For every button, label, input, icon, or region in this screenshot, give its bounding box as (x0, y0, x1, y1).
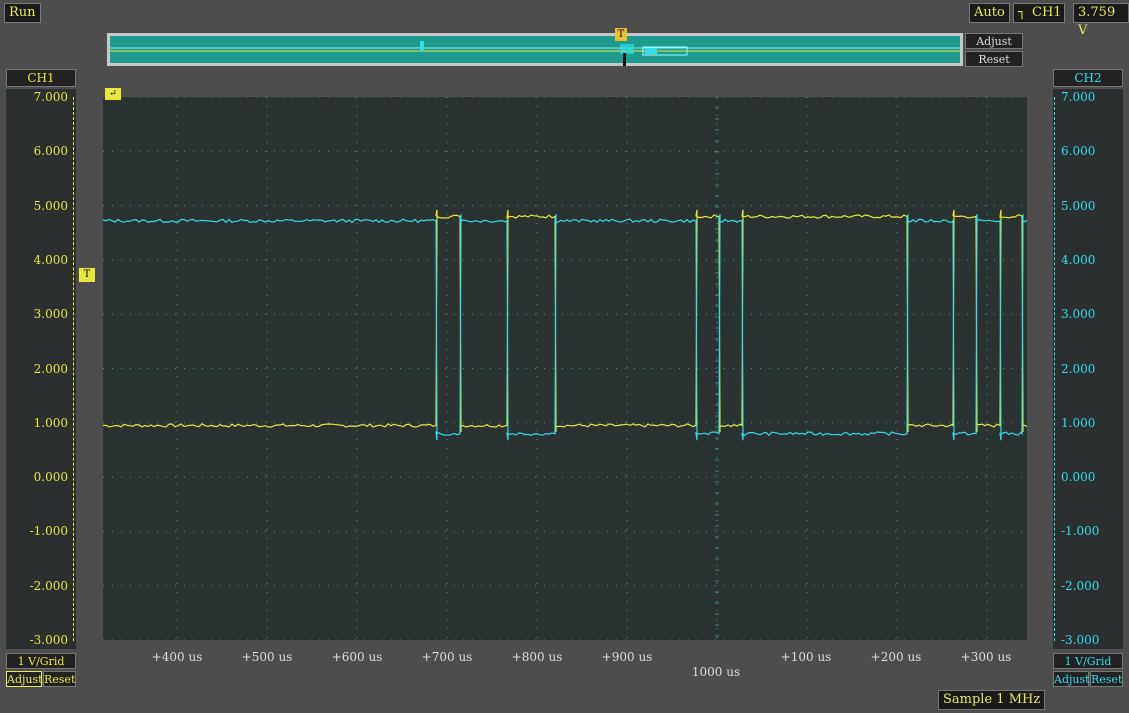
ch2-scale-label[interactable]: 1 V/Grid (1053, 653, 1123, 669)
ch2-axis-line (1054, 97, 1056, 641)
ch1-tick-label: 3.000 (33, 307, 68, 322)
ch2-tick-label: 3.000 (1061, 307, 1096, 322)
ch1-reset-button[interactable]: Reset (43, 671, 76, 687)
ch2-tick-label: 1.000 (1061, 415, 1096, 430)
ch1-tick-label: 4.000 (33, 252, 68, 267)
time-tick-label: +300 us (960, 650, 1012, 664)
ch1-tick-label: -1.000 (29, 524, 68, 539)
ch1-tick-label: 1.000 (33, 415, 68, 430)
rising-edge-icon: ┐ (1018, 5, 1026, 20)
scope-display[interactable] (102, 96, 1121, 641)
trigger-source-label: CH1 (1032, 5, 1062, 20)
ch2-tick-label: 4.000 (1061, 252, 1096, 267)
overview-center-line (623, 53, 626, 66)
ch1-scale-label[interactable]: 1 V/Grid (6, 653, 76, 669)
ch2-tick-label: 7.000 (1061, 90, 1096, 104)
ch2-tick-label: 2.000 (1061, 361, 1096, 376)
ch1-trigger-marker[interactable]: T (79, 268, 95, 282)
ch1-tick-label: 6.000 (33, 144, 68, 159)
ch1-tick-label: -2.000 (29, 578, 68, 593)
trigger-mode-button[interactable]: Auto (969, 3, 1010, 23)
trigger-level-readout[interactable]: 3.759 V (1073, 3, 1129, 38)
time-tick-label: +700 us (421, 650, 473, 664)
time-tick-label: +200 us (870, 650, 922, 664)
ch1-tick-label: 7.000 (33, 90, 68, 104)
overview-window[interactable] (110, 36, 960, 63)
ch1-tick-label: 2.000 (33, 361, 68, 376)
ch2-tick-label: 0.000 (1061, 470, 1096, 485)
time-tick-label: +100 us (780, 650, 832, 664)
ch2-adjust-button[interactable]: Adjust (1053, 671, 1090, 687)
overview-reset-button[interactable]: Reset (965, 51, 1023, 67)
ch2-tick-label: 5.000 (1061, 198, 1096, 213)
ch1-adjust-button[interactable]: Adjust (6, 671, 43, 687)
waveform-plot (102, 96, 1121, 641)
waveform-overview[interactable]: T (107, 28, 963, 66)
ch2-reset-button[interactable]: Reset (1090, 671, 1123, 687)
time-tick-label: +900 us (601, 650, 653, 664)
run-button[interactable]: Run (4, 3, 41, 23)
ch1-tick-label: 5.000 (33, 198, 68, 213)
overview-trace (110, 41, 960, 56)
time-center-label: 1000 us (691, 665, 741, 679)
time-tick-label: +600 us (331, 650, 383, 664)
ch1-tick-label: -3.000 (29, 633, 68, 647)
overview-adjust-button[interactable]: Adjust (965, 33, 1023, 49)
trigger-source-button[interactable]: ┐ CH1 (1013, 3, 1065, 23)
ch1-tick-label: 0.000 (33, 470, 68, 485)
trace-ch2 (102, 214, 1121, 441)
ch2-axis[interactable]: 7.000 6.000 5.000 4.000 3.000 2.000 1.000 0.000… (1053, 89, 1123, 649)
trigger-position-marker[interactable]: T (615, 28, 627, 41)
time-tick-label: +800 us (511, 650, 563, 664)
trace-ch1 (102, 209, 1121, 433)
ch2-header[interactable]: CH2 (1053, 69, 1123, 87)
ch1-offset-marker[interactable]: ↵ (105, 88, 121, 100)
time-tick-label: +500 us (241, 650, 293, 664)
ch1-axis[interactable]: 7.000 6.000 5.000 4.000 3.000 2.000 1.000 0.000… (6, 89, 76, 649)
ch2-tick-label: -3.000 (1061, 633, 1100, 647)
time-tick-label: +400 us (151, 650, 203, 664)
ch2-tick-label: 6.000 (1061, 144, 1096, 159)
ch1-axis-line (73, 97, 75, 641)
sample-rate-readout[interactable]: Sample 1 MHz (938, 690, 1046, 710)
ch2-tick-label: -1.000 (1061, 524, 1100, 539)
ch2-tick-label: -2.000 (1061, 578, 1100, 593)
ch1-header[interactable]: CH1 (6, 69, 76, 87)
